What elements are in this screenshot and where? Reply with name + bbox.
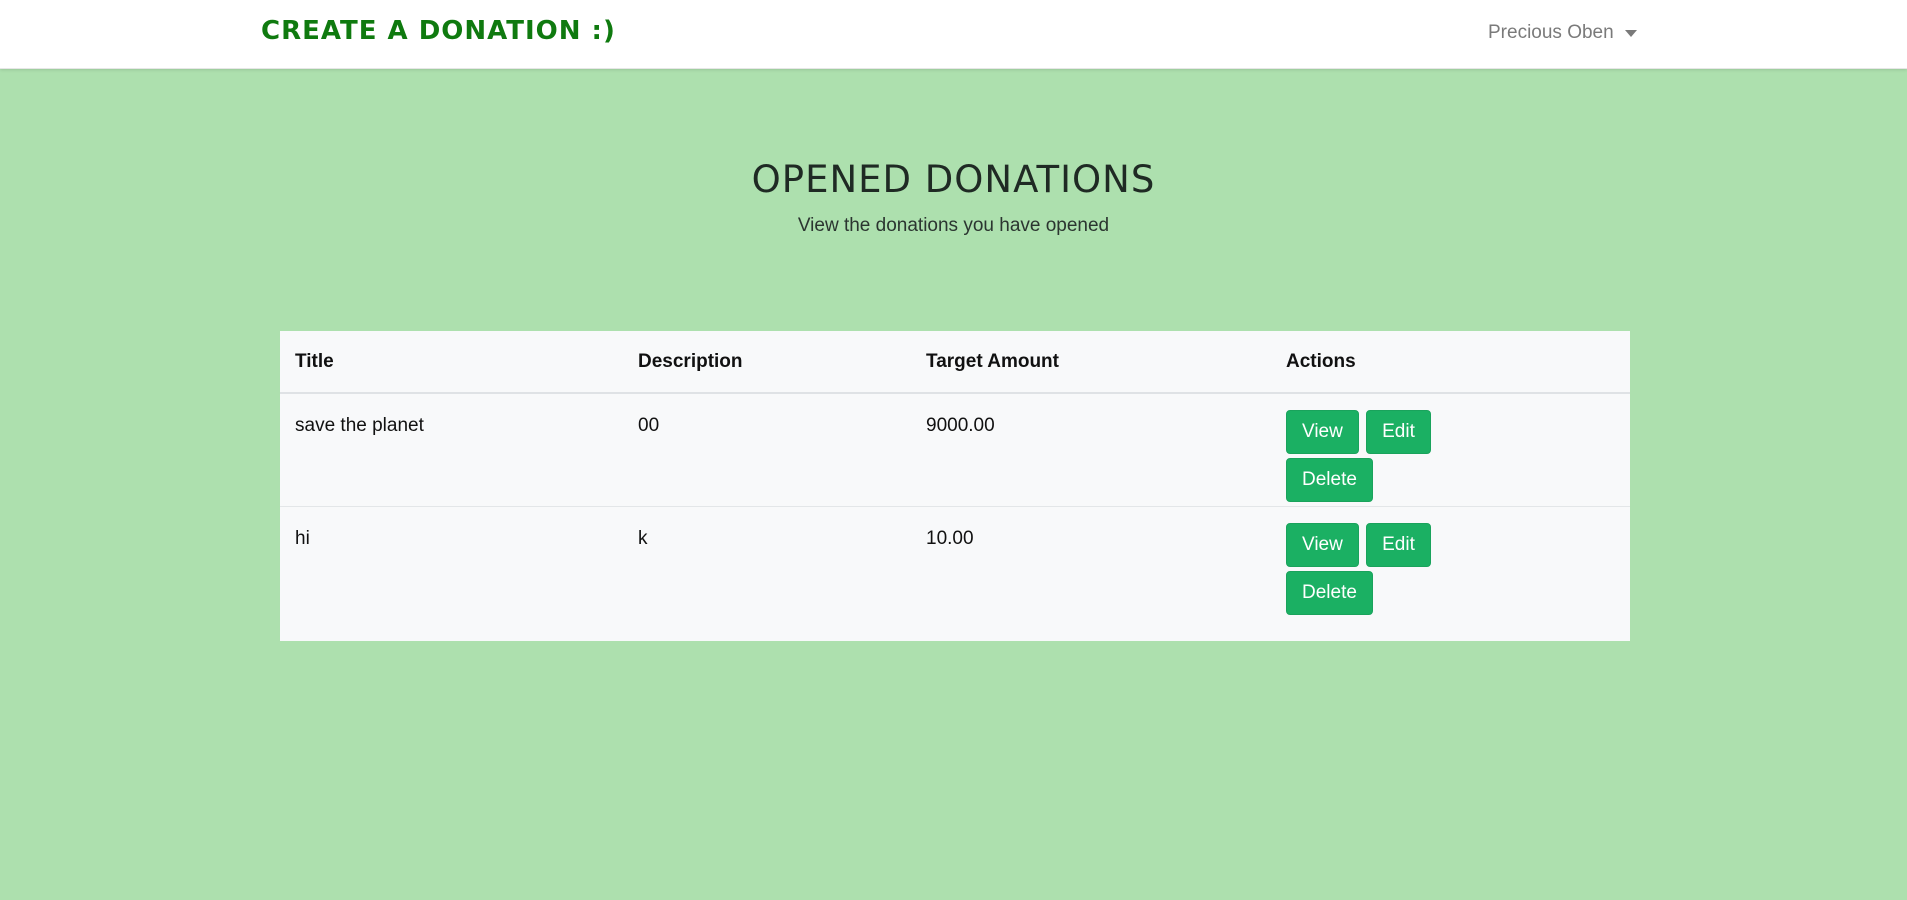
donations-table-card: Title Description Target Amount Actions … [280,331,1630,641]
cell-target-amount: 9000.00 [911,393,1271,507]
cell-title: save the planet [280,393,623,507]
navbar: CREATE A DONATION :) Precious Oben [0,0,1907,69]
brand-logo-text[interactable]: CREATE A DONATION :) [261,16,616,46]
column-header-target-amount: Target Amount [911,331,1271,394]
view-button[interactable]: View [1286,523,1359,567]
cell-actions: View Edit Delete [1271,393,1630,507]
cell-actions: View Edit Delete [1271,507,1630,620]
column-header-description: Description [623,331,911,394]
page-title: OPENED DONATIONS [751,158,1156,201]
edit-button[interactable]: Edit [1366,410,1431,454]
delete-button[interactable]: Delete [1286,571,1373,615]
table-header-row: Title Description Target Amount Actions [280,331,1630,394]
donations-table: Title Description Target Amount Actions … [280,331,1630,619]
table-row: save the planet 00 9000.00 View Edit Del… [280,393,1630,507]
user-menu-dropdown[interactable]: Precious Oben [1488,22,1637,44]
column-header-title: Title [280,331,623,394]
column-header-actions: Actions [1271,331,1630,394]
cell-target-amount: 10.00 [926,528,974,549]
edit-button[interactable]: Edit [1366,523,1431,567]
cell-title: hi [295,528,310,549]
page-subtitle: View the donations you have opened [797,215,1110,236]
chevron-down-icon [1624,29,1637,37]
user-name: Precious Oben [1488,22,1614,43]
cell-description: k [638,528,648,549]
view-button[interactable]: View [1286,410,1359,454]
delete-button[interactable]: Delete [1286,458,1373,502]
cell-description: 00 [623,393,911,507]
table-row: hi k 10.00 View Edit Delete [280,507,1630,620]
